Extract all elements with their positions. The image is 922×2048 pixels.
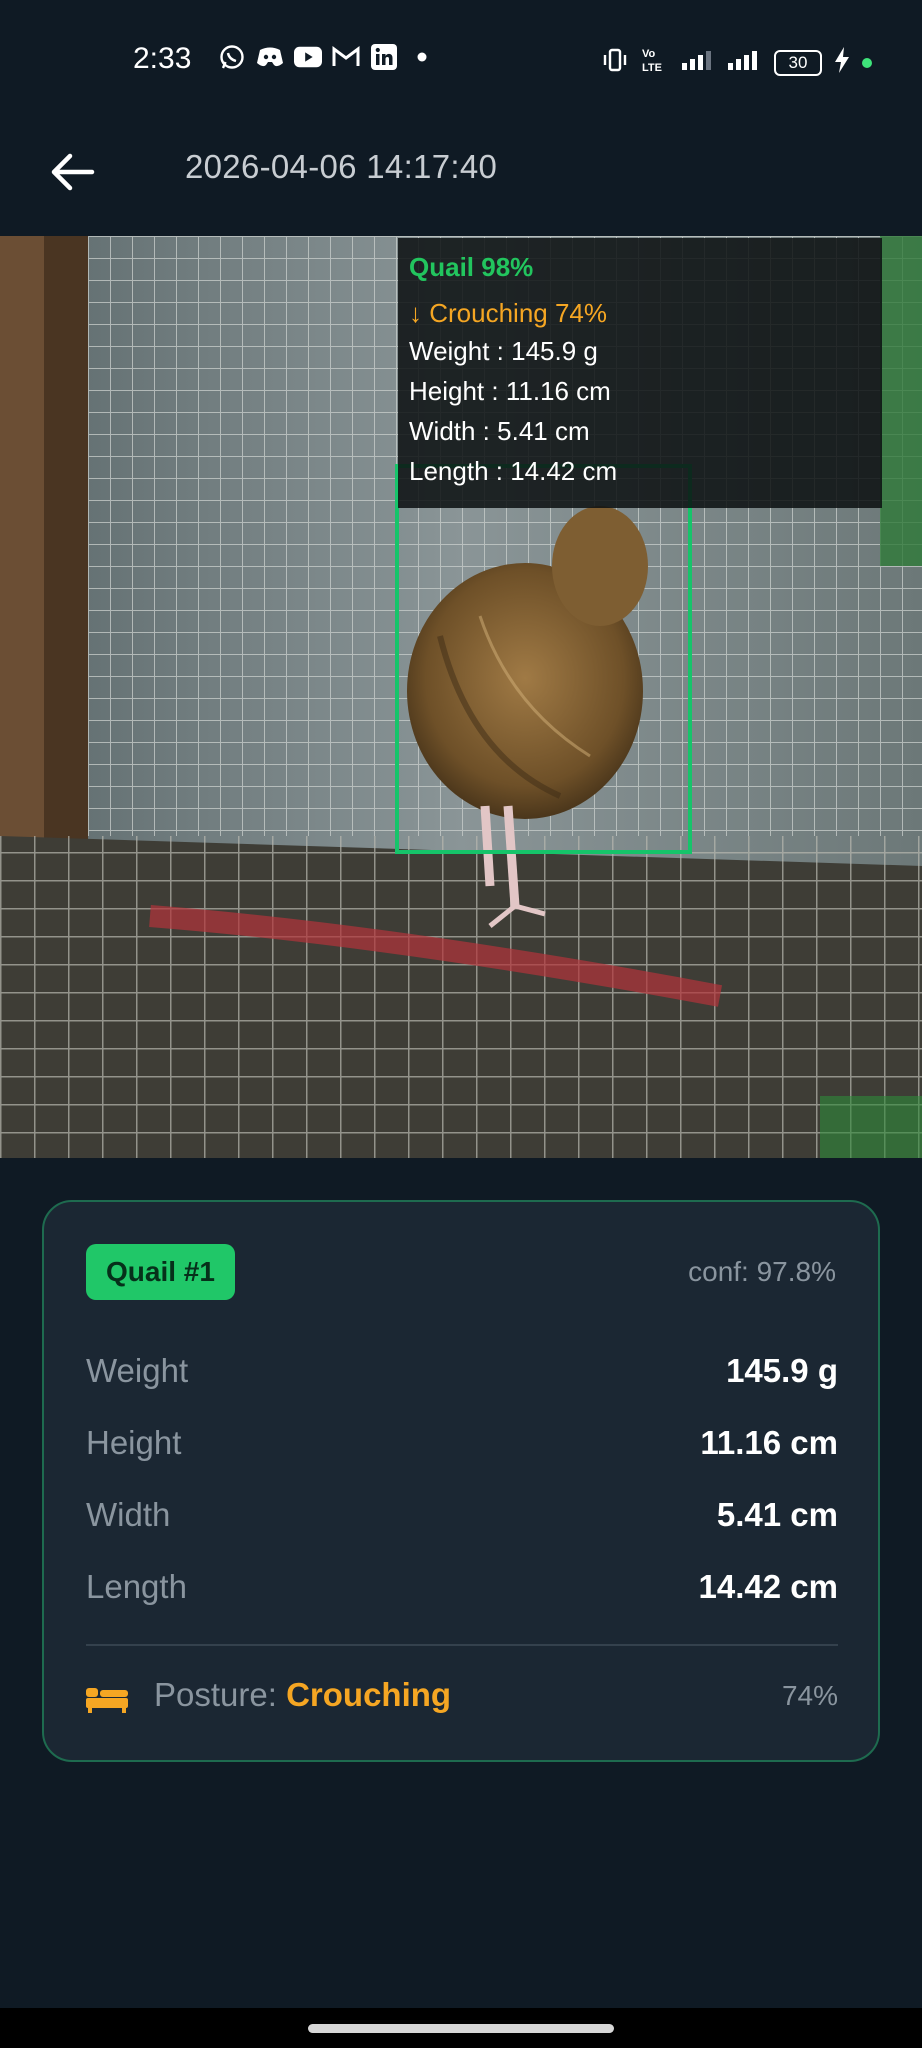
system-nav-bar [0, 2008, 922, 2048]
gmail-icon [332, 44, 360, 70]
measurement-label: Weight [86, 1352, 189, 1389]
signal-2-icon [728, 48, 762, 77]
measurement-row-weight: Weight 145.9 g [86, 1352, 838, 1402]
volte-icon: Vo LTE [640, 46, 670, 79]
back-button[interactable] [44, 144, 100, 200]
battery-icon: 30 [774, 49, 822, 76]
app-header: 2026-04-06 14:17:40 [0, 130, 922, 230]
posture-label: Posture: Crouching [154, 1676, 451, 1714]
notification-icons [218, 44, 436, 70]
measurement-row-height: Height 11.16 cm [86, 1424, 838, 1474]
linkedin-icon [370, 44, 398, 70]
measurement-row-width: Width 5.41 cm [86, 1496, 838, 1546]
confidence-text: conf: 97.8% [688, 1256, 836, 1287]
measurement-label: Width [86, 1496, 171, 1533]
overlay-weight: Weight : 145.9 g [409, 336, 598, 366]
overlay-length: Length : 14.42 cm [409, 456, 618, 486]
measurement-label: Length [86, 1568, 187, 1605]
measurement-value: 145.9 g [726, 1352, 838, 1389]
posture-value: Crouching [286, 1676, 452, 1713]
svg-text:Vo: Vo [642, 48, 656, 60]
overlay-species: Quail 98% [409, 252, 534, 282]
detection-detail-card: Quail #1 conf: 97.8% Weight 145.9 g Heig… [42, 1200, 880, 1762]
svg-text:LTE: LTE [642, 62, 662, 74]
measurement-value: 14.42 cm [698, 1568, 838, 1605]
whatsapp-icon [218, 44, 246, 70]
status-time: 2:33 [133, 42, 192, 75]
posture-confidence: 74% [781, 1680, 838, 1711]
card-divider [86, 1644, 838, 1646]
measurement-value: 5.41 cm [716, 1496, 838, 1533]
home-indicator[interactable] [308, 2024, 614, 2033]
detection-label-overlay: Quail 98% ↓ Crouching 74% Weight : 145.9… [398, 238, 882, 508]
posture-label-text: Posture: [154, 1676, 287, 1713]
capture-timestamp-title: 2026-04-06 14:17:40 [185, 148, 498, 185]
detection-bounding-box [395, 464, 692, 854]
bed-icon [86, 1688, 128, 1713]
status-bar: 2:33 Vo LTE 30 [0, 0, 922, 120]
discord-icon [256, 44, 284, 70]
posture-row: Posture: Crouching 74% [86, 1676, 838, 1726]
signal-1-icon [682, 48, 716, 77]
more-dot-icon [408, 44, 436, 70]
back-arrow-icon [51, 153, 95, 191]
detection-photo[interactable]: Quail 98% ↓ Crouching 74% Weight : 145.9… [0, 236, 922, 1158]
quail-id-badge: Quail #1 [86, 1244, 235, 1300]
system-icons: Vo LTE 30 [602, 46, 872, 79]
privacy-indicator-dot [862, 57, 872, 68]
measurement-value: 11.16 cm [700, 1424, 838, 1461]
overlay-width: Width : 5.41 cm [409, 416, 590, 446]
vibrate-icon [602, 47, 628, 78]
overlay-posture: ↓ Crouching 74% [409, 298, 607, 328]
overlay-height: Height : 11.16 cm [409, 376, 611, 406]
youtube-icon [294, 44, 322, 70]
charging-icon [834, 47, 850, 78]
measurement-label: Height [86, 1424, 182, 1461]
measurement-row-length: Length 14.42 cm [86, 1568, 838, 1618]
